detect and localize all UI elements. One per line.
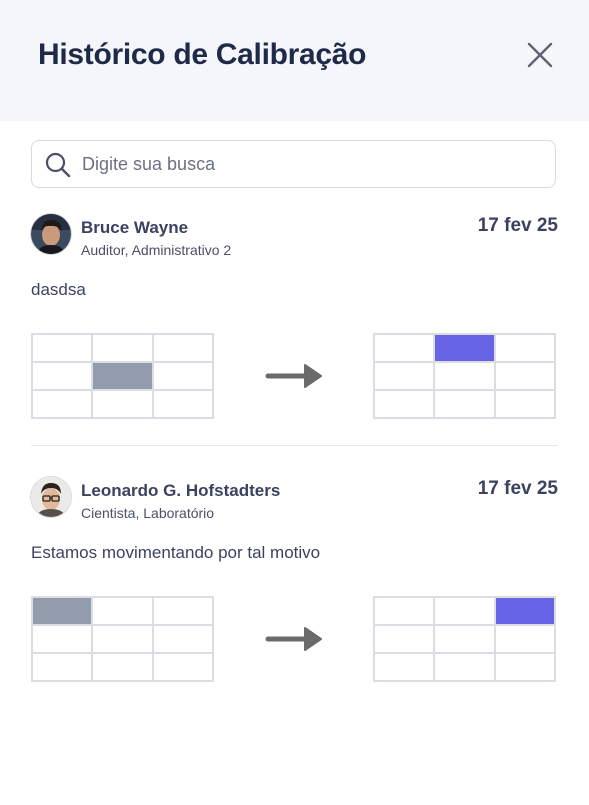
grid-cell [495, 391, 556, 419]
user-role: Cientista, Laboratório [81, 505, 215, 521]
grid-cell [495, 363, 556, 391]
user-name: Bruce Wayne [81, 218, 189, 237]
grid-cell [375, 335, 436, 363]
grid-cell [153, 363, 214, 391]
search-box[interactable] [31, 140, 556, 188]
from-position-grid [31, 596, 214, 682]
grid-cell [33, 391, 94, 419]
grid-cell [435, 654, 496, 682]
grid-cell [153, 654, 214, 682]
grid-cell [33, 335, 94, 363]
grid-cell [435, 626, 496, 654]
close-button[interactable] [522, 37, 558, 73]
avatar [31, 214, 71, 254]
grid-cell [33, 626, 94, 654]
grid-cell [153, 391, 214, 419]
grid-cell [93, 598, 154, 626]
search-input[interactable] [82, 141, 542, 187]
entry-divider [31, 445, 558, 446]
entry-comment: Estamos movimentando por tal motivo [31, 543, 321, 562]
entry-date: 17 fev 25 [477, 478, 558, 499]
grid-cell [93, 654, 154, 682]
grid-cell-to [495, 598, 556, 626]
grid-cell-from [93, 363, 154, 391]
arrow-right-icon [265, 627, 322, 651]
grid-cell [495, 654, 556, 682]
grid-cell [375, 626, 436, 654]
grid-cell-to [435, 335, 496, 363]
grid-cell [375, 363, 436, 391]
grid-cell [375, 598, 436, 626]
entry-comment: dasdsa [31, 280, 86, 299]
grid-cell [33, 363, 94, 391]
to-position-grid [373, 596, 556, 682]
grid-cell [153, 626, 214, 654]
user-role: Auditor, Administrativo 2 [81, 242, 232, 258]
grid-cell [93, 335, 154, 363]
grid-cell [153, 335, 214, 363]
arrow-right-icon [265, 364, 322, 388]
modal-header: Histórico de Calibração [0, 0, 589, 121]
grid-cell [375, 391, 436, 419]
grid-cell [495, 335, 556, 363]
from-position-grid [31, 333, 214, 419]
grid-cell [435, 391, 496, 419]
grid-cell [375, 654, 436, 682]
entry-date: 17 fev 25 [477, 215, 558, 236]
grid-cell [435, 363, 496, 391]
user-name: Leonardo G. Hofstadters [81, 481, 281, 500]
search-icon [45, 152, 71, 178]
close-icon [527, 42, 553, 68]
grid-cell [93, 391, 154, 419]
grid-cell [495, 626, 556, 654]
grid-cell-from [33, 598, 94, 626]
to-position-grid [373, 333, 556, 419]
grid-cell [435, 598, 496, 626]
modal-title: Histórico de Calibração [38, 38, 367, 71]
avatar [31, 477, 71, 517]
grid-cell [93, 626, 154, 654]
grid-cell [33, 654, 94, 682]
grid-cell [153, 598, 214, 626]
